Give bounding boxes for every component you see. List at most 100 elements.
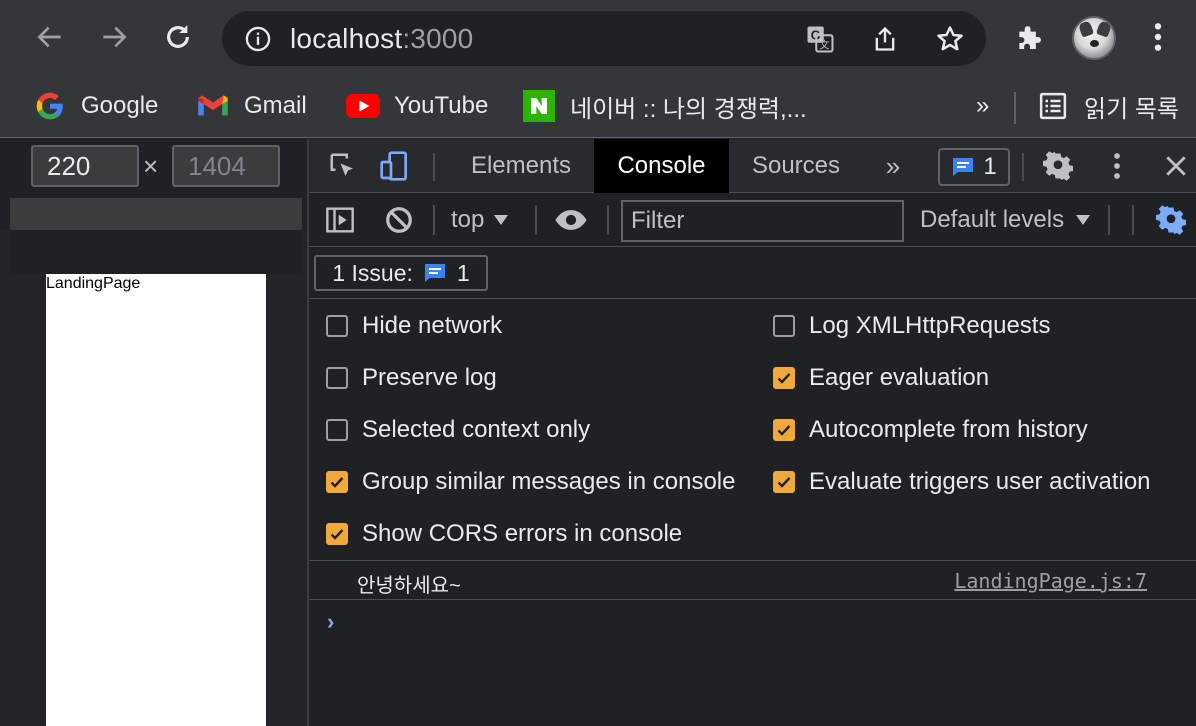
issues-badge-count: 1 <box>983 153 997 180</box>
setting-show-cors-errors[interactable]: Show CORS errors in console <box>326 518 682 550</box>
setting-autocomplete-history[interactable]: Autocomplete from history <box>773 414 1088 446</box>
clear-console-icon[interactable] <box>381 202 417 238</box>
profile-avatar[interactable] <box>1072 16 1116 60</box>
setting-hide-network[interactable]: Hide network <box>326 310 502 342</box>
url-host: localhost <box>290 23 403 54</box>
setting-log-xmlhttprequests[interactable]: Log XMLHttpRequests <box>773 310 1050 342</box>
overflow-chevron-icon: » <box>976 92 990 119</box>
forward-arrow-icon[interactable] <box>94 17 134 57</box>
setting-label: Evaluate triggers user activation <box>809 468 1151 495</box>
setting-preserve-log[interactable]: Preserve log <box>326 362 497 394</box>
console-settings: Hide network Preserve log Selected conte… <box>309 300 1196 560</box>
message-icon <box>424 264 445 282</box>
bookmarks-overflow-button[interactable]: » <box>976 88 989 124</box>
youtube-icon <box>346 89 380 123</box>
setting-group-similar[interactable]: Group similar messages in console <box>326 466 736 498</box>
sidebar-toggle-icon[interactable] <box>322 202 358 238</box>
setting-eager-evaluation[interactable]: Eager evaluation <box>773 362 989 394</box>
bookmark-label: YouTube <box>394 92 489 119</box>
device-height-input[interactable]: 1404 <box>172 145 280 187</box>
url-port: :3000 <box>402 23 474 54</box>
tabbar-separator <box>1022 153 1024 181</box>
setting-label: Group similar messages in console <box>362 468 736 495</box>
viewport-ruler-strip <box>10 230 302 274</box>
checkmark-icon <box>777 425 791 436</box>
issues-badge-button[interactable]: 1 <box>938 148 1010 186</box>
close-icon[interactable] <box>1158 148 1194 184</box>
checkmark-icon <box>777 477 791 488</box>
issues-button[interactable]: 1 Issue: 1 <box>314 255 488 291</box>
checkbox-checked[interactable] <box>326 523 348 545</box>
filter-input[interactable]: Filter <box>621 200 904 242</box>
checkbox-checked[interactable] <box>773 471 795 493</box>
dimension-separator: × <box>143 151 159 181</box>
issues-label: 1 Issue: <box>332 259 413 286</box>
console-prompt-icon[interactable]: › <box>327 609 334 635</box>
emulated-page: LandingPage <box>46 274 266 726</box>
bookmark-label: Google <box>81 92 159 119</box>
back-arrow-icon[interactable] <box>30 17 70 57</box>
setting-evaluate-triggers[interactable]: Evaluate triggers user activation <box>773 466 1151 498</box>
toolbar-separator <box>535 205 537 235</box>
dropdown-triangle-icon <box>1076 215 1091 225</box>
reading-list-button[interactable]: 읽기 목록 <box>1036 88 1179 124</box>
log-levels-dropdown[interactable]: Default levels <box>920 203 1091 237</box>
puzzle-icon[interactable] <box>1010 17 1050 57</box>
context-selector[interactable]: top <box>451 203 509 237</box>
devtools-tabbar: Elements Console Sources » 1 <box>309 139 1196 193</box>
console-message: 안녕하세요~ LandingPage.js:7 <box>309 560 1196 600</box>
message-icon <box>953 158 974 176</box>
dropdown-triangle-icon <box>494 215 509 225</box>
bookmark-label: 네이버 :: 나의 경쟁력,... <box>570 95 807 123</box>
console-message-text: 안녕하세요~ <box>357 575 461 597</box>
tabbar-separator <box>433 153 435 181</box>
kebab-menu-icon[interactable] <box>1138 17 1178 57</box>
devtools-menu-icon[interactable] <box>1099 148 1135 184</box>
gear-icon[interactable] <box>1040 148 1076 184</box>
checkbox-checked[interactable] <box>773 367 795 389</box>
tab-console[interactable]: Console <box>594 139 729 193</box>
issues-count: 1 <box>456 259 470 286</box>
reading-list-icon <box>1036 89 1070 123</box>
console-settings-gear-icon[interactable] <box>1153 202 1189 238</box>
console-toolbar: top Filter Default levels <box>309 193 1196 247</box>
device-toolbar-icon[interactable] <box>377 148 413 184</box>
bookmark-naver[interactable]: 네이버 :: 나의 경쟁력,... <box>522 88 807 124</box>
inspect-element-icon[interactable] <box>325 148 361 184</box>
toolbar-separator <box>433 205 435 235</box>
setting-label: Hide network <box>362 312 503 339</box>
tab-sources[interactable]: Sources <box>733 139 859 193</box>
checkbox[interactable] <box>326 367 348 389</box>
translate-icon[interactable]: G文 <box>804 23 836 55</box>
setting-label: Preserve log <box>362 364 497 391</box>
address-bar[interactable]: localhost:3000 G文 <box>222 11 986 66</box>
toolbar-separator <box>1132 205 1134 235</box>
setting-label: Log XMLHttpRequests <box>809 312 1051 339</box>
reload-icon[interactable] <box>158 17 198 57</box>
setting-selected-context-only[interactable]: Selected context only <box>326 414 590 446</box>
checkbox-checked[interactable] <box>326 471 348 493</box>
bookmark-gmail[interactable]: Gmail <box>196 88 307 124</box>
more-tabs-button[interactable]: » <box>875 139 911 193</box>
issues-row: 1 Issue: 1 <box>309 247 1196 299</box>
toolbar-separator <box>607 205 609 235</box>
media-query-ruler <box>10 198 302 230</box>
checkbox[interactable] <box>773 315 795 337</box>
device-width-input[interactable]: 220 <box>31 145 139 187</box>
info-icon[interactable] <box>244 25 272 53</box>
bookmark-google[interactable]: Google <box>33 88 158 124</box>
star-icon[interactable] <box>934 23 966 55</box>
eye-icon[interactable] <box>553 202 589 238</box>
setting-label: Show CORS errors in console <box>362 520 683 547</box>
checkmark-icon <box>330 529 344 540</box>
tab-elements[interactable]: Elements <box>451 139 591 193</box>
console-message-source-link[interactable]: LandingPage.js:7 <box>954 569 1147 593</box>
bookmark-youtube[interactable]: YouTube <box>346 88 488 124</box>
setting-label: Eager evaluation <box>809 364 990 391</box>
checkbox[interactable] <box>326 419 348 441</box>
checkbox-checked[interactable] <box>773 419 795 441</box>
setting-label: Selected context only <box>362 416 591 443</box>
checkbox[interactable] <box>326 315 348 337</box>
share-icon[interactable] <box>869 23 901 55</box>
setting-label: Autocomplete from history <box>809 416 1088 443</box>
